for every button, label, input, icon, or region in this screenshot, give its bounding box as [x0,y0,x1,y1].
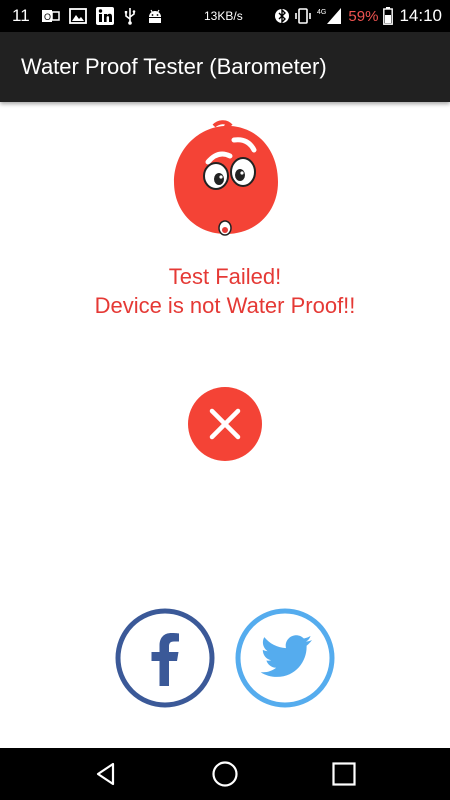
result-message: Test Failed! Device is not Water Proof!! [0,262,450,320]
status-left-icons: 11 O [12,0,164,32]
notification-count: 11 [12,6,30,25]
sad-red-drop-face-icon [168,120,284,240]
app-title: Water Proof Tester (Barometer) [21,54,327,79]
result-title: Test Failed! [168,264,282,289]
image-icon [68,8,87,24]
outlook-icon: O [41,8,60,24]
svg-text:O: O [44,12,51,22]
facebook-share-button[interactable] [115,608,215,708]
battery-icon [383,7,394,25]
home-button[interactable] [195,748,255,800]
android-debug-icon [146,8,164,24]
clock: 14:10 [399,6,442,25]
facebook-icon [115,608,215,708]
navigation-bar [0,748,450,800]
result-detail: Device is not Water Proof!! [94,293,356,318]
svg-text:4G: 4G [317,9,326,16]
vibrate-icon [294,7,312,25]
twitter-share-button[interactable] [235,608,335,708]
signal-4g-icon: 4G [317,7,343,25]
recents-icon [332,762,356,786]
back-button[interactable] [76,748,136,800]
bluetooth-icon [275,7,290,25]
app-bar: Water Proof Tester (Barometer) [0,32,450,102]
status-bar: 11 O 13KB/s 4G 59% 14:10 [0,0,450,32]
usb-icon [123,7,137,25]
battery-percent: 59% [348,7,379,25]
close-icon [187,386,263,462]
recents-button[interactable] [314,748,374,800]
status-right-icons: 4G 59% 14:10 [275,0,442,32]
back-icon [96,762,115,786]
twitter-icon [235,608,335,708]
linkedin-icon [95,7,114,25]
home-icon [212,761,238,787]
net-speed: 13KB/s [204,9,243,23]
